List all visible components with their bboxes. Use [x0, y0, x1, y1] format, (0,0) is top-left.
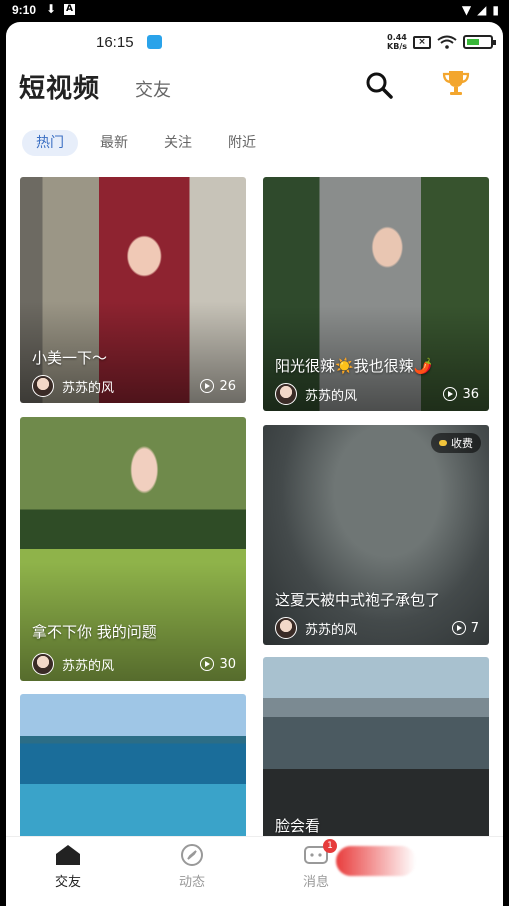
avatar[interactable] [32, 375, 54, 397]
home-icon [56, 845, 80, 865]
download-icon: ⬇ [46, 2, 57, 16]
video-card[interactable]: 阳光很辣☀️我也很辣🌶️ 苏苏的风 36 [263, 177, 489, 411]
video-caption: 脸会看 [275, 817, 321, 835]
trophy-icon[interactable] [441, 68, 471, 98]
dating-tab-link[interactable]: 交友 [135, 76, 171, 102]
tab-hot[interactable]: 热门 [22, 130, 78, 156]
unread-badge: 1 [323, 839, 337, 853]
tab-nearby[interactable]: 附近 [214, 130, 270, 156]
wifi-icon [437, 35, 457, 49]
author-name: 苏苏的风 [62, 380, 115, 396]
play-icon [451, 621, 466, 635]
red-swipe-overlay [336, 846, 416, 876]
play-icon [200, 379, 215, 393]
nav-label: 交友 [54, 875, 81, 890]
video-card[interactable]: 脸会看 [263, 657, 489, 844]
video-caption: 小美一下～ [32, 349, 108, 367]
net-speed-unit: KB/s [387, 42, 407, 51]
video-meta: 苏苏的风 26 [32, 375, 236, 397]
video-card[interactable]: 小美一下～ 苏苏的风 26 [20, 177, 246, 403]
play-count: 7 [451, 620, 479, 636]
play-icon [200, 657, 215, 671]
sim-off-icon: × [413, 35, 431, 49]
author-name: 苏苏的风 [305, 622, 358, 638]
notification-a-icon: A [64, 4, 75, 15]
search-icon[interactable] [364, 70, 394, 100]
compass-icon [181, 844, 203, 866]
tab-latest[interactable]: 最新 [86, 130, 142, 156]
video-card[interactable]: 拿不下你 我的问题 苏苏的风 30 [20, 417, 246, 681]
page-title: 短视频 [19, 74, 101, 104]
paid-badge-label: 收费 [451, 437, 473, 450]
net-speed-value: 0.44 [387, 33, 407, 42]
net-speed: 0.44 KB/s [387, 33, 407, 51]
play-icon [443, 387, 458, 401]
wifi-icon: ▼ [461, 3, 472, 17]
signal-icon: ◢ [477, 3, 487, 17]
play-count-value: 30 [219, 656, 236, 672]
avatar[interactable] [275, 617, 297, 639]
bottom-nav: 交友 动态 1 消息 [6, 836, 503, 906]
avatar[interactable] [32, 653, 54, 675]
device-time: 16:15 [96, 34, 134, 51]
app-frame: 16:15 0.44 KB/s × 短视频 交友 热门 最新 关注 附近 小美一… [6, 22, 503, 906]
feed-tabs: 热门 最新 关注 附近 [22, 130, 270, 156]
system-time: 9:10 [12, 3, 37, 17]
nav-label: 动态 [178, 875, 205, 890]
tab-following[interactable]: 关注 [150, 130, 206, 156]
play-count-value: 7 [470, 620, 479, 636]
play-count: 26 [200, 379, 236, 394]
device-indicators: 0.44 KB/s × [387, 33, 496, 51]
device-status-bar: 16:15 0.44 KB/s × [6, 30, 503, 56]
system-indicators: ▼ ◢ ▮ [462, 3, 499, 17]
play-count: 30 [200, 657, 236, 672]
video-meta: 苏苏的风 36 [275, 383, 479, 405]
battery-icon [463, 35, 496, 49]
play-count: 36 [443, 387, 479, 402]
battery-icon: ▮ [492, 3, 499, 17]
video-meta: 苏苏的风 7 [275, 617, 479, 639]
message-icon-wrap: 1 [301, 839, 337, 867]
system-status-bar: 9:10 ⬇ A ▼ ◢ ▮ [0, 0, 509, 22]
author-name: 苏苏的风 [305, 388, 358, 404]
video-card[interactable] [20, 694, 246, 844]
play-count-value: 26 [219, 378, 236, 394]
app-notification-icon [147, 35, 162, 49]
play-count-value: 36 [462, 386, 479, 402]
video-caption: 拿不下你 我的问题 [32, 623, 157, 641]
video-meta: 苏苏的风 30 [32, 653, 236, 675]
author-name: 苏苏的风 [62, 658, 115, 674]
nav-dating[interactable]: 交友 [28, 837, 108, 890]
coin-icon [439, 440, 447, 446]
nav-moments[interactable]: 动态 [152, 837, 232, 890]
avatar[interactable] [275, 383, 297, 405]
video-caption: 这夏天被中式袍子承包了 [275, 591, 441, 609]
video-card[interactable]: 收费 这夏天被中式袍子承包了 苏苏的风 7 [263, 425, 489, 645]
paid-badge: 收费 [431, 433, 481, 453]
video-caption: 阳光很辣☀️我也很辣🌶️ [275, 357, 433, 375]
